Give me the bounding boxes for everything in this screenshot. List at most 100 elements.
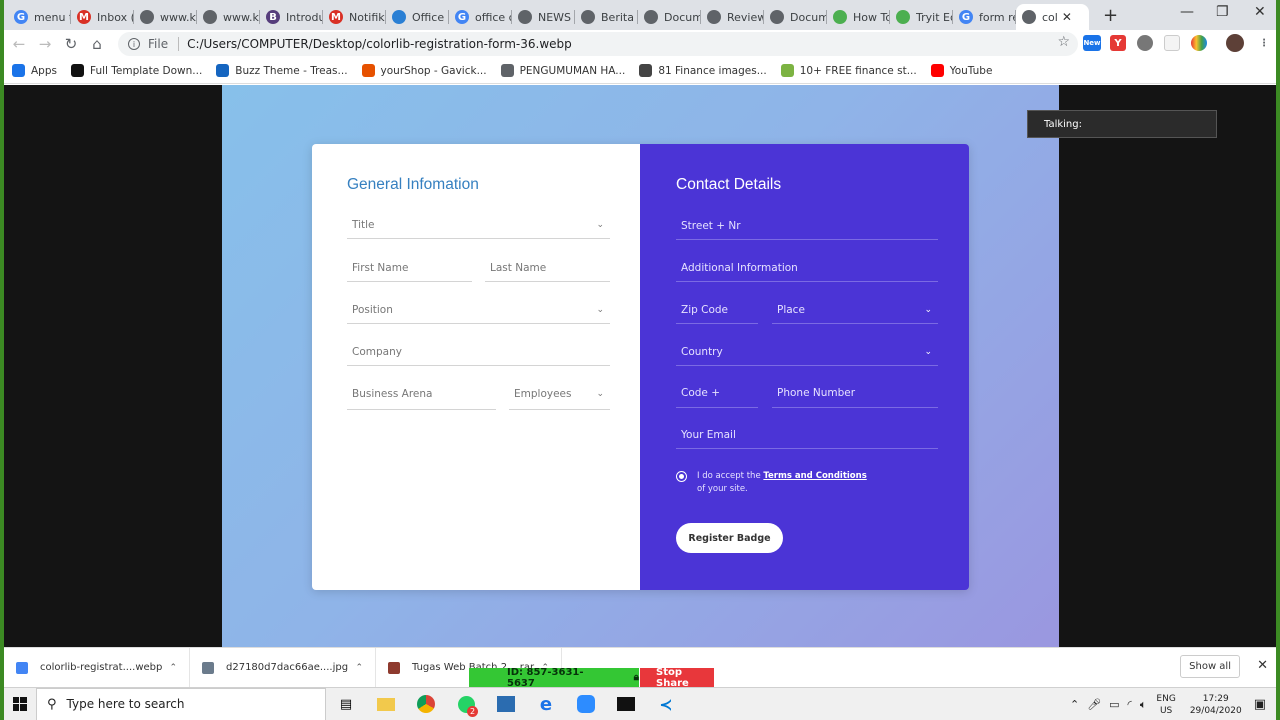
yandex-icon[interactable]: Y [1110, 35, 1126, 51]
battery-icon[interactable]: ▭ [1109, 698, 1119, 711]
company-input[interactable]: Company [347, 338, 610, 366]
browser-tab[interactable]: Gmenu t [8, 4, 71, 30]
browser-tab[interactable]: Docum [638, 4, 701, 30]
browser-tab[interactable]: B Introdu [260, 4, 323, 30]
language-indicator[interactable]: ENG US [1156, 693, 1175, 717]
zoom-icon[interactable] [566, 688, 606, 720]
show-all-button[interactable]: Show all [1180, 655, 1240, 678]
task-view-icon[interactable]: ▤ [326, 688, 366, 720]
clock[interactable]: 17:29 29/04/2020 [1190, 693, 1242, 717]
street-input[interactable]: Street + Nr [676, 212, 938, 240]
download-item[interactable]: colorlib-registrat....webp ⌃ [4, 647, 190, 688]
bookmark-item[interactable]: yourShop - Gavick... [361, 64, 487, 77]
terms-link[interactable]: Terms and Conditions [763, 471, 866, 481]
info-icon[interactable]: i [128, 38, 140, 50]
tab-favicon-icon: G [959, 10, 973, 24]
tab-favicon-icon [140, 10, 154, 24]
bookmark-item[interactable]: Full Template Down... [70, 64, 202, 77]
taskbar-search-box[interactable]: ⚲ Type here to search [36, 687, 326, 720]
time-text: 17:29 [1202, 693, 1229, 704]
chevron-down-icon: ⌄ [596, 219, 604, 230]
extension-new-icon[interactable]: New [1083, 35, 1101, 51]
bookmark-item[interactable]: YouTube [930, 64, 992, 77]
browser-tab[interactable]: Office [386, 4, 449, 30]
bookmark-item[interactable]: PENGUMUMAN HA... [500, 64, 625, 77]
additional-info-input[interactable]: Additional Information [676, 254, 938, 282]
chevron-up-icon[interactable]: ⌃ [1070, 698, 1079, 711]
windows-taskbar: ⚲ Type here to search ▤ 2 e ≺ ⌃ 🎤︎ ▭ ◜ 🔈… [4, 687, 1276, 720]
bookmark-item[interactable]: 81 Finance images... [639, 64, 767, 77]
volume-icon[interactable]: 🔈︎ [1140, 698, 1147, 712]
windows-start-icon[interactable] [4, 688, 36, 720]
record-icon[interactable] [1137, 35, 1153, 51]
business-arena-input[interactable]: Business Arena [347, 379, 496, 410]
email-input[interactable]: Your Email [676, 421, 938, 449]
tab-active[interactable]: col ✕ [1016, 4, 1089, 30]
notes-icon[interactable] [1164, 35, 1180, 51]
colorpicker-icon[interactable] [1191, 35, 1207, 51]
position-select[interactable]: Position ⌄ [347, 296, 610, 324]
edge-icon[interactable]: e [526, 688, 566, 720]
url-text[interactable]: C:/Users/COMPUTER/Desktop/colorlib-regis… [187, 37, 572, 51]
minimize-button[interactable]: — [1180, 4, 1194, 20]
microphone-icon[interactable]: 🎤︎ [1087, 698, 1101, 711]
terminal-icon[interactable] [606, 688, 646, 720]
additional-info-placeholder: Additional Information [681, 261, 798, 274]
new-tab-button[interactable]: + [1103, 4, 1118, 30]
wifi-icon[interactable]: ◜ [1128, 698, 1132, 711]
employees-select[interactable]: Employees ⌄ [509, 379, 610, 410]
bookmark-star-icon[interactable]: ☆ [1057, 34, 1070, 50]
browser-tab[interactable]: Tryit Ec [890, 4, 953, 30]
phone-number-input[interactable]: Phone Number [772, 379, 938, 408]
browser-tab[interactable]: Berita [575, 4, 638, 30]
browser-tab[interactable]: NEWS [512, 4, 575, 30]
bookmark-item[interactable]: Buzz Theme - Treas... [216, 64, 348, 77]
stop-share-button[interactable]: Stop Share [640, 667, 714, 689]
bookmark-item[interactable]: 10+ FREE finance st... [780, 64, 917, 77]
browser-tab[interactable]: M Inbox ( [71, 4, 134, 30]
close-window-button[interactable]: ✕ [1254, 4, 1266, 20]
chevron-up-icon[interactable]: ⌃ [355, 663, 363, 673]
address-separator [178, 37, 180, 51]
photos-icon[interactable] [486, 688, 526, 720]
browser-tab[interactable]: Docum [764, 4, 827, 30]
zip-code-input[interactable]: Zip Code [676, 296, 758, 324]
browser-tab[interactable]: www.k [134, 4, 197, 30]
browser-tab[interactable]: www.k [197, 4, 260, 30]
browser-tab[interactable]: M Notifik [323, 4, 386, 30]
last-name-input[interactable]: Last Name [485, 254, 610, 282]
chrome-icon[interactable] [406, 688, 446, 720]
register-badge-button[interactable]: Register Badge [676, 523, 783, 553]
title-select[interactable]: Title ⌄ [347, 211, 610, 239]
first-name-input[interactable]: First Name [347, 254, 472, 282]
country-select[interactable]: Country ⌄ [676, 338, 938, 366]
avatar[interactable] [1226, 34, 1244, 52]
reload-icon[interactable]: ↻ [58, 35, 84, 53]
chevron-up-icon[interactable]: ⌃ [169, 663, 177, 673]
back-icon[interactable]: ← [6, 35, 32, 53]
browser-tab[interactable]: Review [701, 4, 764, 30]
home-icon[interactable]: ⌂ [84, 35, 110, 53]
browser-tab[interactable]: Goffice c [449, 4, 512, 30]
place-select[interactable]: Place ⌄ [772, 296, 938, 324]
terms-text: I do accept the Terms and Conditions of … [697, 470, 877, 496]
tab-label: form re [979, 10, 1016, 24]
terms-suffix: of your site. [697, 484, 748, 494]
terms-radio[interactable] [676, 471, 687, 482]
address-bar[interactable]: i File C:/Users/COMPUTER/Desktop/colorli… [118, 32, 1078, 56]
close-tab-icon[interactable]: ✕ [1062, 10, 1072, 24]
menu-kebab-icon[interactable]: ⋮ [1256, 35, 1272, 51]
whatsapp-icon[interactable]: 2 [446, 688, 486, 720]
maximize-button[interactable]: ❐ [1216, 4, 1229, 20]
file-explorer-icon[interactable] [366, 688, 406, 720]
bookmark-item[interactable]: Apps [12, 64, 57, 77]
file-icon [202, 661, 214, 674]
browser-tab[interactable]: How To [827, 4, 890, 30]
forward-icon[interactable]: → [32, 35, 58, 53]
browser-tab[interactable]: Gform re [953, 4, 1016, 30]
close-downloads-icon[interactable]: ✕ [1257, 658, 1268, 673]
notifications-icon[interactable]: ▣ [1254, 697, 1266, 712]
phone-code-input[interactable]: Code + [676, 379, 758, 408]
download-item[interactable]: d27180d7dac66ae....jpg ⌃ [190, 647, 376, 688]
vscode-icon[interactable]: ≺ [646, 688, 686, 720]
